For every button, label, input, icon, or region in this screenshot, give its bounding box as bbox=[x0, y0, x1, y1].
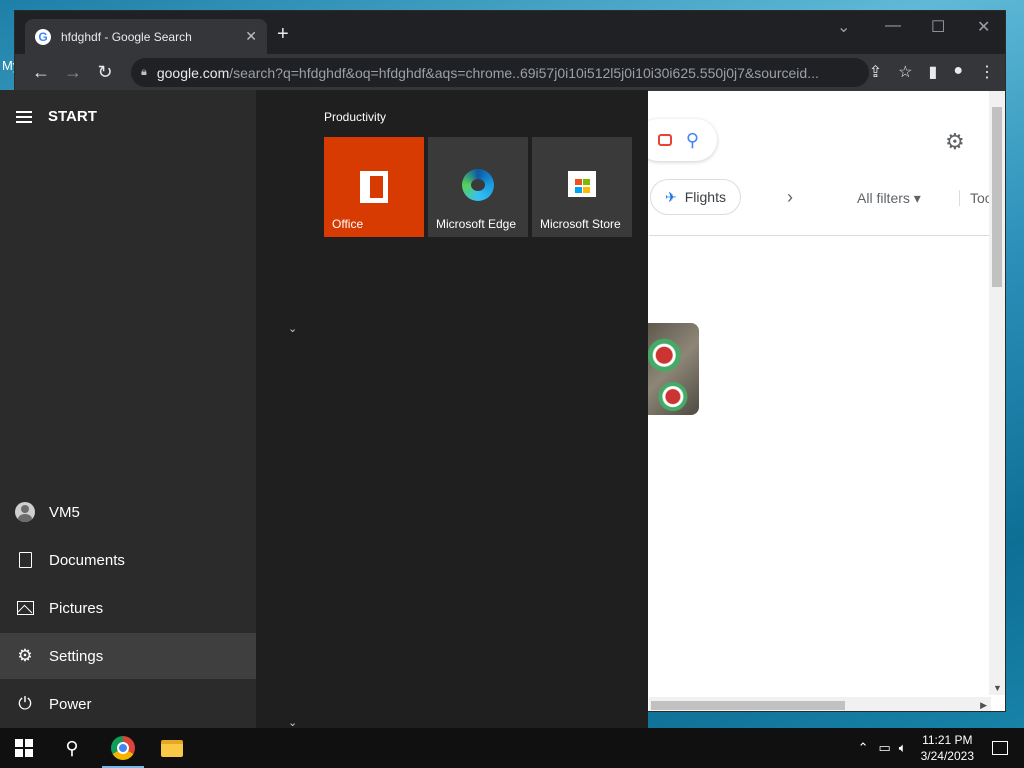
all-filters-button[interactable]: All filters ▾ bbox=[857, 190, 921, 207]
side-panel-icon[interactable]: ▮ bbox=[929, 62, 938, 82]
share-icon[interactable]: ⇪ bbox=[869, 62, 882, 82]
horizontal-scroll-thumb[interactable] bbox=[651, 701, 845, 710]
notification-icon[interactable] bbox=[992, 741, 1008, 755]
google-favicon-icon: G bbox=[35, 28, 51, 45]
plane-icon: ✈ bbox=[665, 188, 677, 205]
camera-icon[interactable] bbox=[657, 134, 672, 146]
tab-search-icon[interactable]: ⌄ bbox=[837, 17, 850, 37]
divider bbox=[649, 235, 991, 236]
tile-label: Microsoft Store bbox=[540, 217, 621, 231]
result-image-thumbnail[interactable] bbox=[641, 323, 699, 415]
tile-label: Office bbox=[332, 217, 364, 231]
tab-close-icon[interactable]: ✕ bbox=[245, 28, 257, 45]
pictures-icon bbox=[16, 601, 34, 615]
search-icon[interactable]: ⚲ bbox=[48, 728, 96, 768]
windows-logo-icon bbox=[15, 739, 33, 757]
url-path: /search?q=hfdghdf&oq=hfdghdf&aqs=chrome.… bbox=[229, 64, 819, 81]
tile-microsoft-store[interactable]: Microsoft Store bbox=[532, 137, 632, 237]
close-window-button[interactable]: ✕ bbox=[977, 17, 990, 37]
start-item-power[interactable]: ⏻ Power bbox=[0, 681, 256, 727]
start-button[interactable] bbox=[0, 728, 48, 768]
network-icon[interactable]: ▭ bbox=[879, 740, 891, 756]
user-avatar-icon bbox=[15, 502, 35, 522]
horizontal-scrollbar[interactable]: ▶ bbox=[649, 697, 991, 711]
documents-label: Documents bbox=[49, 551, 125, 569]
taskbar-file-explorer[interactable] bbox=[148, 728, 196, 768]
settings-label: Settings bbox=[49, 647, 104, 665]
folder-icon bbox=[161, 739, 183, 757]
flights-chip[interactable]: ✈ Flights bbox=[650, 179, 741, 215]
power-label: Power bbox=[49, 695, 92, 713]
user-name: VM5 bbox=[49, 503, 80, 521]
start-menu: START VM5 Documents Pictures ⚙ Settings … bbox=[0, 90, 648, 729]
tile-group-label[interactable]: Productivity bbox=[324, 110, 386, 124]
start-title: START bbox=[48, 108, 97, 125]
chevron-right-icon[interactable]: › bbox=[787, 187, 793, 208]
forward-arrow-icon[interactable]: → bbox=[57, 62, 89, 83]
clock-time: 11:21 PM bbox=[922, 733, 973, 747]
office-icon bbox=[360, 171, 388, 203]
start-item-pictures[interactable]: Pictures bbox=[0, 585, 256, 631]
chevron-down-icon[interactable]: ⌄ bbox=[288, 322, 297, 335]
settings-gear-icon: ⚙ bbox=[17, 646, 33, 665]
vertical-scroll-thumb[interactable] bbox=[992, 107, 1002, 287]
back-arrow-icon[interactable]: ← bbox=[25, 62, 57, 83]
tile-microsoft-edge[interactable]: Microsoft Edge bbox=[428, 137, 528, 237]
browser-toolbar: ← → ↻ 🔒︎ google.com /search?q=hfdghdf&oq… bbox=[15, 54, 1005, 91]
flights-chip-label: Flights bbox=[684, 189, 726, 205]
browser-tab[interactable]: G hfdghdf - Google Search ✕ bbox=[25, 19, 267, 54]
tile-label: Microsoft Edge bbox=[436, 217, 517, 231]
vertical-scrollbar[interactable]: ▼ bbox=[989, 91, 1005, 695]
title-bar: G hfdghdf - Google Search ✕ + ⌄ — ☐ ✕ bbox=[15, 11, 1005, 54]
address-bar[interactable]: 🔒︎ google.com /search?q=hfdghdf&oq=hfdgh… bbox=[131, 58, 869, 87]
new-tab-button[interactable]: + bbox=[277, 23, 289, 46]
minimize-button[interactable]: — bbox=[885, 17, 901, 35]
tab-title: hfdghdf - Google Search bbox=[61, 29, 192, 44]
maximize-button[interactable]: ☐ bbox=[931, 17, 945, 37]
taskbar-chrome[interactable] bbox=[99, 728, 147, 768]
bookmark-star-icon[interactable]: ☆ bbox=[898, 62, 912, 82]
chevron-up-icon[interactable]: ⌃ bbox=[858, 740, 869, 756]
start-menu-rail: START VM5 Documents Pictures ⚙ Settings … bbox=[0, 90, 256, 728]
hamburger-menu-icon[interactable] bbox=[16, 110, 32, 123]
menu-kebab-icon[interactable]: ⋮ bbox=[979, 62, 995, 82]
power-icon: ⏻ bbox=[18, 694, 32, 713]
start-item-documents[interactable]: Documents bbox=[0, 537, 256, 583]
start-header[interactable]: START bbox=[16, 108, 97, 125]
search-box-end: ⚲ bbox=[637, 119, 717, 161]
tile-office[interactable]: Office bbox=[324, 137, 424, 237]
start-item-user[interactable]: VM5 bbox=[0, 489, 256, 535]
taskbar: ⚲ ⌃ ▭ 🔈︎ 11:21 PM 3/24/2023 bbox=[0, 728, 1024, 768]
store-bag-icon bbox=[568, 171, 596, 197]
scroll-down-arrow-icon[interactable]: ▼ bbox=[993, 683, 1002, 693]
search-icon[interactable]: ⚲ bbox=[686, 130, 699, 151]
url-host: google.com bbox=[156, 64, 230, 81]
profile-icon[interactable]: ● bbox=[953, 62, 963, 82]
reload-icon[interactable]: ↻ bbox=[89, 62, 121, 83]
edge-icon bbox=[462, 169, 494, 201]
document-icon bbox=[18, 552, 32, 568]
clock-date: 3/24/2023 bbox=[920, 749, 974, 763]
clock[interactable]: 11:21 PM 3/24/2023 bbox=[921, 732, 974, 764]
settings-gear-icon[interactable]: ⚙ bbox=[945, 129, 965, 155]
volume-icon[interactable]: 🔈︎ bbox=[899, 740, 907, 756]
start-item-settings[interactable]: ⚙ Settings bbox=[0, 633, 256, 679]
pictures-label: Pictures bbox=[49, 599, 104, 617]
scroll-right-arrow-icon[interactable]: ▶ bbox=[980, 700, 987, 711]
lock-icon[interactable]: 🔒︎ bbox=[141, 66, 147, 79]
system-tray: ⌃ ▭ 🔈︎ 11:21 PM 3/24/2023 bbox=[858, 728, 1024, 768]
chrome-icon bbox=[111, 736, 135, 760]
